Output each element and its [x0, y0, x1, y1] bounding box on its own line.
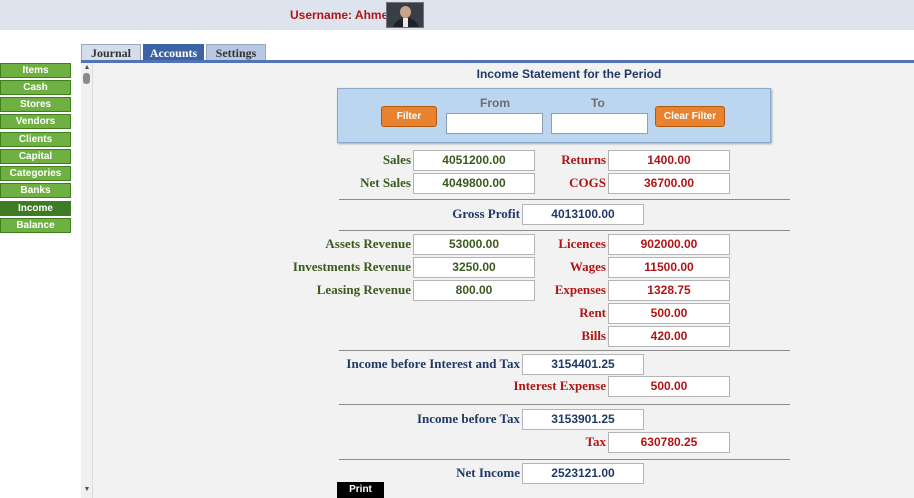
income-before-tax-label: Income before Tax [416, 411, 520, 426]
avatar-shirt [403, 18, 408, 27]
rent-label: Rent [579, 305, 606, 320]
sales-label: Sales [382, 152, 411, 167]
nav-capital[interactable]: Capital [0, 149, 71, 164]
tab-settings[interactable]: Settings [206, 44, 266, 61]
username-label: Username: Ahmed [290, 8, 396, 22]
tab-journal[interactable]: Journal [81, 44, 141, 61]
user-avatar[interactable] [386, 2, 424, 28]
nav-balance[interactable]: Balance [0, 218, 71, 233]
assets-revenue-label: Assets Revenue [325, 236, 411, 251]
filter-button[interactable]: Filter [381, 106, 437, 127]
section-divider [339, 230, 790, 231]
net-sales-value: 4049800.00 [413, 173, 535, 194]
bills-label: Bills [581, 328, 606, 343]
clear-filter-button[interactable]: Clear Filter [655, 106, 725, 127]
tax-label: Tax [585, 434, 606, 449]
assets-revenue-value: 53000.00 [413, 234, 535, 255]
licences-label: Licences [558, 236, 606, 251]
gross-profit-label: Gross Profit [452, 206, 520, 221]
to-label: To [591, 96, 605, 110]
returns-label: Returns [561, 152, 606, 167]
nav-categories[interactable]: Categories [0, 166, 71, 181]
nav-stores[interactable]: Stores [0, 97, 71, 112]
bills-value: 420.00 [608, 326, 730, 347]
scroll-down-arrow-icon[interactable]: ▼ [82, 485, 92, 495]
scrollbar-thumb[interactable] [83, 73, 90, 84]
investments-revenue-value: 3250.00 [413, 257, 535, 278]
section-divider [339, 404, 790, 405]
cogs-label: COGS [569, 175, 606, 190]
ebit-label: Income before Interest and Tax [346, 356, 520, 371]
expenses-value: 1328.75 [608, 280, 730, 301]
net-sales-label: Net Sales [360, 175, 411, 190]
net-income-label: Net Income [456, 465, 520, 480]
rent-value: 500.00 [608, 303, 730, 324]
statement-title: Income Statement for the Period [476, 67, 662, 81]
interest-expense-value: 500.00 [608, 376, 730, 397]
avatar-head [400, 6, 411, 18]
returns-value: 1400.00 [608, 150, 730, 171]
from-date-input[interactable] [446, 113, 543, 134]
nav-income[interactable]: Income [0, 201, 71, 216]
section-divider [339, 350, 790, 351]
interest-expense-label: Interest Expense [513, 378, 606, 393]
section-divider [339, 199, 790, 200]
gross-profit-value: 4013100.00 [522, 204, 644, 225]
top-header-bar [0, 0, 914, 30]
print-button[interactable]: Print [337, 482, 384, 498]
nav-cash[interactable]: Cash [0, 80, 71, 95]
tax-value: 630780.25 [608, 432, 730, 453]
wages-label: Wages [569, 259, 606, 274]
nav-clients[interactable]: Clients [0, 132, 71, 147]
sales-value: 4051200.00 [413, 150, 535, 171]
investments-revenue-label: Investments Revenue [292, 259, 411, 274]
section-divider [339, 459, 790, 460]
wages-value: 11500.00 [608, 257, 730, 278]
net-income-value: 2523121.00 [522, 463, 644, 484]
nav-vendors[interactable]: Vendors [0, 114, 71, 129]
cogs-value: 36700.00 [608, 173, 730, 194]
to-date-input[interactable] [551, 113, 648, 134]
income-before-tax-value: 3153901.25 [522, 409, 644, 430]
leasing-revenue-value: 800.00 [413, 280, 535, 301]
from-label: From [480, 96, 510, 110]
tab-accounts[interactable]: Accounts [143, 44, 204, 61]
licences-value: 902000.00 [608, 234, 730, 255]
nav-items[interactable]: Items [0, 63, 71, 78]
expenses-label: Expenses [554, 282, 606, 297]
vertical-scrollbar[interactable] [81, 63, 93, 498]
nav-banks[interactable]: Banks [0, 183, 71, 198]
leasing-revenue-label: Leasing Revenue [316, 282, 411, 297]
ebit-value: 3154401.25 [522, 354, 644, 375]
scroll-up-arrow-icon[interactable]: ▲ [82, 63, 92, 73]
